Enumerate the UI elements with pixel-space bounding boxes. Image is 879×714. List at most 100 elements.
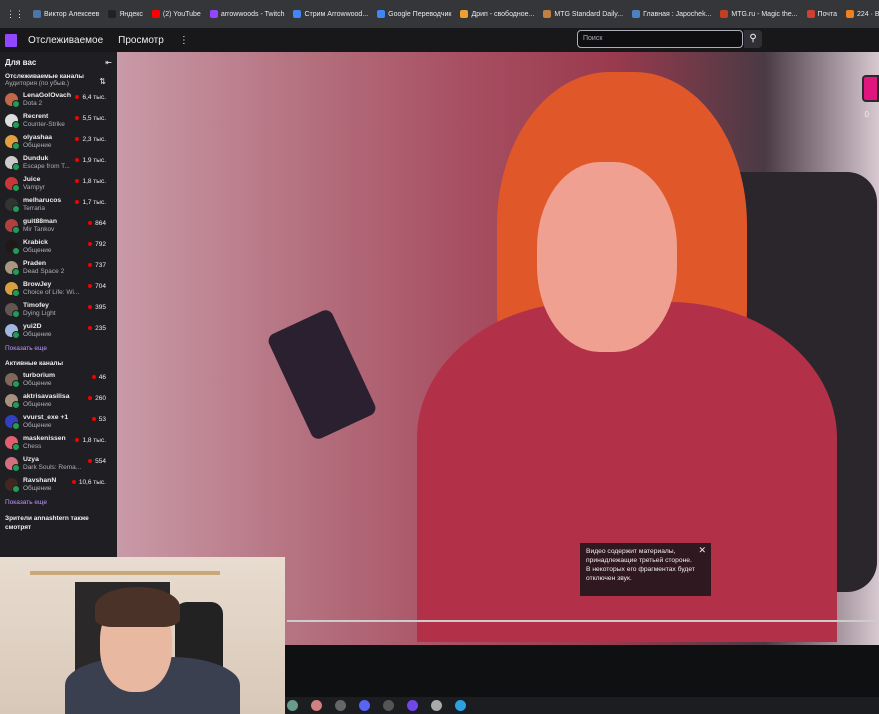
nav-more-icon[interactable]: ⋮ bbox=[179, 35, 189, 46]
bookmark[interactable]: Главная : Japochek... bbox=[632, 10, 711, 18]
seek-bar[interactable] bbox=[287, 620, 879, 622]
viewer-count: 6,4 тыс. bbox=[75, 94, 106, 101]
channel-name: turborium bbox=[23, 371, 56, 379]
sort-icon[interactable]: ⇅ bbox=[99, 77, 106, 86]
bookmark-label: Яндекс bbox=[119, 10, 143, 18]
notice-text: Видео содержит материалы, принадлежащие … bbox=[586, 548, 695, 582]
bookmark-label: MTG.ru - Magic the... bbox=[731, 10, 798, 18]
avatar bbox=[5, 415, 20, 430]
bookmark[interactable]: MTG Standard Daily... bbox=[543, 10, 623, 18]
channel-item[interactable]: olyashaa Общение 2,3 тыс. bbox=[0, 131, 117, 152]
below-player-area bbox=[285, 645, 879, 697]
avatar bbox=[5, 177, 20, 192]
channel-item[interactable]: Timofey Dying Light 395 bbox=[0, 299, 117, 320]
avatar bbox=[5, 324, 20, 339]
channel-game: Общение bbox=[23, 246, 52, 254]
collapse-icon[interactable]: ⇤ bbox=[105, 58, 112, 67]
viewer-count: 864 bbox=[88, 220, 106, 227]
side-count: 0 bbox=[864, 110, 869, 119]
viewer-count: 1,8 тыс. bbox=[75, 178, 106, 185]
channel-item[interactable]: BrowJey Choice of Life: Wi... 704 bbox=[0, 278, 117, 299]
apps-icon[interactable]: ⋮⋮ bbox=[6, 9, 24, 20]
avatar bbox=[5, 261, 20, 276]
show-more-active[interactable]: Показать еще bbox=[0, 495, 117, 514]
channel-name: Juice bbox=[23, 175, 41, 183]
channel-game: Общение bbox=[23, 484, 52, 492]
bookmark[interactable]: Стрим Arrowwood... bbox=[293, 10, 368, 18]
bookmark-label: 224 · Входящие —... bbox=[856, 10, 879, 18]
channel-name: aktrisavasilisa bbox=[23, 392, 70, 400]
channel-game: Vampyr bbox=[23, 183, 45, 191]
search-input[interactable]: Поиск bbox=[577, 30, 743, 48]
avatar bbox=[5, 93, 20, 108]
bookmark[interactable]: arrowwoods - Twitch bbox=[209, 10, 284, 18]
streamer-face bbox=[537, 162, 677, 352]
channel-item[interactable]: melharucos Terraria 1,7 тыс. bbox=[0, 194, 117, 215]
telegram-icon[interactable] bbox=[455, 700, 466, 711]
channel-item[interactable]: Uzya Dark Souls: Rema... 554 bbox=[0, 453, 117, 474]
app-1-icon[interactable] bbox=[287, 700, 298, 711]
active-title: Активные каналы bbox=[5, 360, 64, 367]
bookmark[interactable]: MTG.ru - Magic the... bbox=[720, 10, 798, 18]
app-7-icon[interactable] bbox=[431, 700, 442, 711]
bookmark-favicon-icon bbox=[377, 10, 386, 18]
close-icon[interactable]: ✕ bbox=[698, 546, 706, 555]
phone bbox=[265, 307, 379, 442]
bookmark-label: MTG Standard Daily... bbox=[554, 10, 624, 18]
channel-name: melharucos bbox=[23, 196, 62, 204]
bookmark-favicon-icon bbox=[806, 10, 815, 18]
bookmark[interactable]: Почта bbox=[806, 10, 837, 18]
also-watch-title: Зрители annashtern также смотрят bbox=[5, 515, 89, 531]
avatar bbox=[5, 135, 20, 150]
bookmark[interactable]: Яндекс bbox=[108, 10, 143, 18]
discord-icon[interactable] bbox=[359, 700, 370, 711]
channel-game: Chess bbox=[23, 442, 42, 450]
nav-following[interactable]: Отслеживаемое bbox=[28, 35, 103, 46]
channel-item[interactable]: guit88man Mir Tankov 864 bbox=[0, 215, 117, 236]
bookmark[interactable]: Дрип - свободное... bbox=[460, 10, 534, 18]
bookmark[interactable]: (2) YouTube bbox=[151, 10, 201, 18]
avatar bbox=[5, 457, 20, 472]
search-icon[interactable]: ⚲ bbox=[744, 30, 762, 48]
bookmark-label: Главная : Japochek... bbox=[643, 10, 712, 18]
app-2-icon[interactable] bbox=[311, 700, 322, 711]
viewer-count: 53 bbox=[92, 416, 106, 423]
channel-item[interactable]: Praden Dead Space 2 737 bbox=[0, 257, 117, 278]
channel-game: Mir Tankov bbox=[23, 225, 55, 233]
channel-game: Общение bbox=[23, 379, 52, 387]
taskbar bbox=[285, 697, 879, 714]
channel-name: Recrent bbox=[23, 112, 49, 120]
channel-name: BrowJey bbox=[23, 280, 52, 288]
show-more-followed[interactable]: Показать еще bbox=[0, 341, 117, 360]
app-6-icon[interactable] bbox=[407, 700, 418, 711]
channel-item[interactable]: LenaGolOvach Dota 2 6,4 тыс. bbox=[0, 89, 117, 110]
channel-item[interactable]: aktrisavasilisa Общение 260 bbox=[0, 390, 117, 411]
avatar bbox=[5, 240, 20, 255]
channel-game: Terraria bbox=[23, 204, 46, 212]
avatar bbox=[5, 436, 20, 451]
bookmark[interactable]: Google Переводчик bbox=[377, 10, 451, 18]
channel-item[interactable]: Dunduk Escape from T... 1,9 тыс. bbox=[0, 152, 117, 173]
channel-item[interactable]: maskenissen Chess 1,8 тыс. bbox=[0, 432, 117, 453]
viewer-count: 46 bbox=[92, 374, 106, 381]
channel-item[interactable]: Recrent Counter-Strike 5,5 тыс. bbox=[0, 110, 117, 131]
bookmark[interactable]: Виктор Алексеев bbox=[33, 10, 99, 18]
channel-name: Timofey bbox=[23, 301, 49, 309]
nav-browse[interactable]: Просмотр bbox=[118, 35, 164, 46]
viewer-count: 704 bbox=[88, 283, 106, 290]
bookmark-favicon-icon bbox=[543, 10, 552, 18]
channel-item[interactable]: turborium Общение 46 bbox=[0, 369, 117, 390]
side-panel-button[interactable] bbox=[862, 75, 879, 102]
channel-item[interactable]: yui2D Общение 235 bbox=[0, 320, 117, 341]
bookmarks-bar: ⋮⋮ Виктор Алексеев Яндекс (2) YouTube arrow… bbox=[0, 0, 879, 28]
app-3-icon[interactable] bbox=[335, 700, 346, 711]
twitch-logo-icon[interactable] bbox=[5, 33, 17, 47]
channel-game: Dota 2 bbox=[23, 99, 43, 107]
bookmark[interactable]: 224 · Входящие —... bbox=[845, 10, 879, 18]
channel-item[interactable]: Juice Vampyr 1,8 тыс. bbox=[0, 173, 117, 194]
viewer-count: 737 bbox=[88, 262, 106, 269]
obs-icon[interactable] bbox=[383, 700, 394, 711]
channel-item[interactable]: Krabick Общение 792 bbox=[0, 236, 117, 257]
channel-item[interactable]: vvurst_exe +1 Общение 53 bbox=[0, 411, 117, 432]
channel-item[interactable]: RavshanN Общение 10,6 тыс. bbox=[0, 474, 117, 495]
